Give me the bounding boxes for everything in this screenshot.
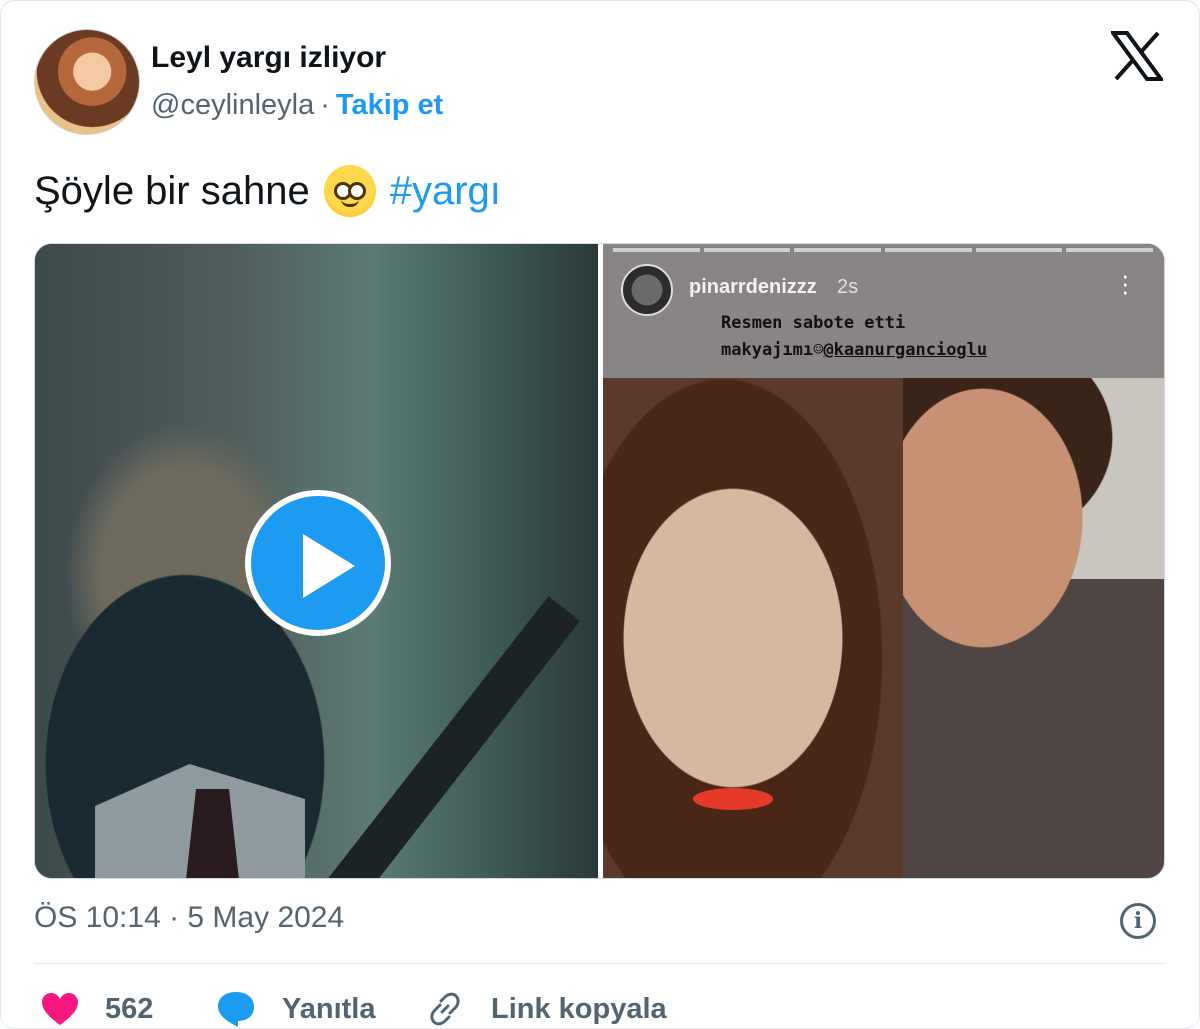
video-thumbnail[interactable] bbox=[35, 244, 598, 878]
reply-bubble-icon bbox=[218, 992, 254, 1027]
x-logo-icon[interactable] bbox=[1111, 31, 1163, 81]
story-avatar bbox=[621, 264, 673, 316]
story-mention: @kaanurgancioglu bbox=[823, 340, 988, 360]
tweet-text: Şöyle bir sahne #yargı bbox=[34, 165, 501, 217]
action-separator bbox=[34, 963, 1165, 964]
pleading-face-emoji-icon bbox=[323, 165, 376, 217]
like-button[interactable]: 562 bbox=[41, 986, 153, 1029]
story-caption: Resmen sabote etti makyajımı☺@kaanurganc… bbox=[721, 310, 1141, 364]
story-caption-line2: makyajımı bbox=[721, 340, 814, 360]
story-caption-line1: Resmen sabote etti bbox=[721, 313, 906, 333]
tweet-timestamp[interactable]: ÖS 10:14 · 5 May 2024 bbox=[34, 901, 344, 935]
handle-separator: · bbox=[320, 89, 330, 121]
reply-button[interactable]: Yanıtla bbox=[216, 986, 376, 1029]
author-handle[interactable]: @ceylinleyla bbox=[151, 89, 314, 121]
story-progress-bars bbox=[613, 248, 1154, 252]
story-time: 2s bbox=[837, 276, 859, 298]
link-icon bbox=[430, 992, 460, 1026]
story-emoji-icon: ☺ bbox=[813, 340, 824, 360]
tweet-embed-card: Leyl yargı izliyor @ceylinleyla · Takip et… bbox=[0, 0, 1200, 1029]
selfie-woman bbox=[603, 378, 903, 878]
copy-link-button[interactable]: Link kopyala bbox=[427, 986, 667, 1029]
tweet-body: Şöyle bir sahne bbox=[34, 168, 310, 213]
author-display-name[interactable]: Leyl yargı izliyor bbox=[151, 41, 386, 75]
reply-label: Yanıtla bbox=[282, 992, 376, 1025]
author-avatar[interactable] bbox=[34, 29, 140, 135]
story-screenshot-image[interactable]: pinarrdenizzz 2s · · · Resmen sabote etti … bbox=[603, 244, 1164, 878]
follow-button[interactable]: Takip et bbox=[336, 89, 443, 121]
info-icon[interactable]: i bbox=[1120, 903, 1156, 939]
media-grid: pinarrdenizzz 2s · · · Resmen sabote etti … bbox=[34, 243, 1165, 879]
story-more-icon: · · · bbox=[1121, 260, 1130, 306]
play-icon[interactable] bbox=[245, 490, 391, 636]
like-count: 562 bbox=[105, 992, 154, 1025]
copy-link-label: Link kopyala bbox=[491, 992, 667, 1025]
author-handle-row: @ceylinleyla · Takip et bbox=[151, 89, 443, 122]
story-username: pinarrdenizzz bbox=[689, 276, 817, 298]
hashtag-link[interactable]: #yargı bbox=[390, 169, 501, 214]
heart-icon bbox=[42, 993, 78, 1025]
